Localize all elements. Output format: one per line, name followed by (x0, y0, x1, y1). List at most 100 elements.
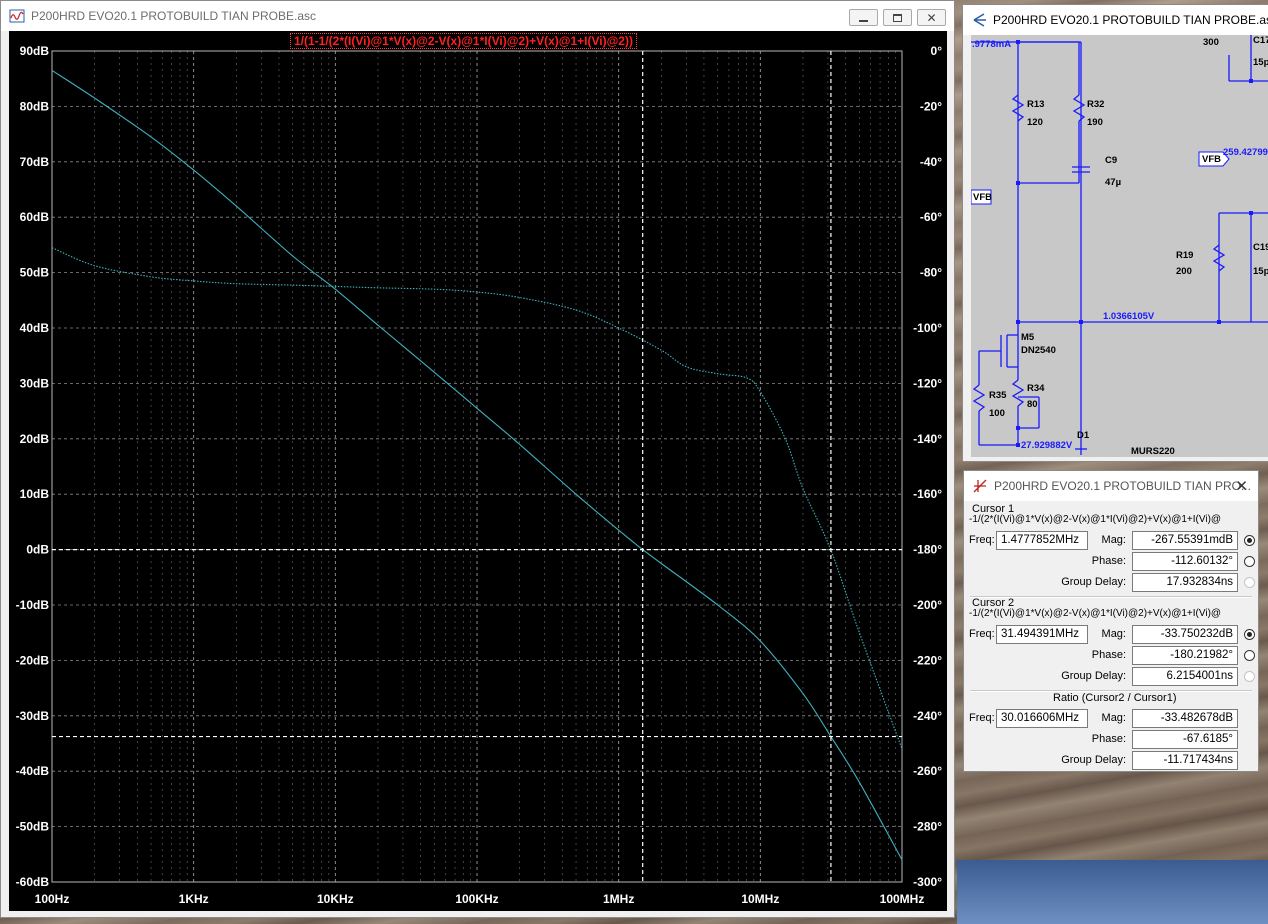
y-right-tick-label: -220° (913, 653, 942, 667)
y-left-tick-label: 50dB (20, 266, 50, 280)
cursor-window-close-icon[interactable]: ✕ (1235, 477, 1248, 495)
cursor1-mag-radio[interactable] (1244, 535, 1255, 546)
separator (970, 690, 1252, 692)
restore-button[interactable] (883, 9, 912, 26)
y-left-tick-label: -40dB (16, 764, 50, 778)
schematic-window-titlebar[interactable]: P200HRD EVO20.1 PROTOBUILD TIAN PROBE.as… (963, 5, 1268, 35)
x-tick-label: 1KHz (179, 892, 209, 906)
ratio-mag-label: Mag: (1101, 712, 1126, 724)
cursor1-gd-field[interactable]: 17.932834ns (1132, 573, 1238, 592)
cursor2-mag-radio[interactable] (1244, 629, 1255, 640)
cursor2-mag-label: Mag: (1101, 628, 1126, 640)
y-left-tick-label: 30dB (20, 376, 50, 390)
ratio-group-label: Ratio (Cursor2 / Cursor1) (1053, 692, 1177, 704)
cursor2-gd-label: Group Delay: (1061, 670, 1126, 682)
minimize-button[interactable] (849, 9, 878, 26)
cursor-window-titlebar[interactable]: P200HRD EVO20.1 PROTOBUILD TIAN PRO... ✕ (964, 471, 1258, 501)
y-right-tick-label: -200° (913, 598, 942, 612)
vfb-right-label: VFB (1202, 154, 1221, 165)
y-right-tick-label: 0° (931, 44, 943, 58)
y-left-tick-label: -10dB (16, 598, 50, 612)
bode-plot[interactable]: 100Hz 1KHz 10KHz 100KHz 1MHz 10MHz 100MHz 90dB 8… (9, 31, 947, 911)
cursor1-freq-field[interactable]: 1.4777852MHz (996, 531, 1088, 550)
y-right-tick-label: -120° (913, 376, 942, 390)
schematic-window-title: P200HRD EVO20.1 PROTOBUILD TIAN PROBE.as… (993, 13, 1268, 27)
m5-value: DN2540 (1021, 345, 1056, 356)
node-voltage-label: 1.0366105V (1103, 311, 1155, 322)
r34-label: R34 (1027, 383, 1045, 394)
bode-plot-svg[interactable]: 100Hz 1KHz 10KHz 100KHz 1MHz 10MHz 100MHz 90dB 8… (9, 31, 947, 911)
y-right-tick-label: -140° (913, 432, 942, 446)
schematic-window[interactable]: P200HRD EVO20.1 PROTOBUILD TIAN PROBE.as… (962, 4, 1268, 462)
r32-label: R32 (1087, 99, 1105, 110)
x-tick-label: 100KHz (455, 892, 498, 906)
plot-window[interactable]: P200HRD EVO20.1 PROTOBUILD TIAN PROBE.as… (0, 0, 955, 918)
c19-label: C19 (1253, 242, 1268, 253)
y-left-tick-label: 40dB (20, 321, 50, 335)
cursor2-phase-radio[interactable] (1244, 650, 1255, 661)
trace-expression-label[interactable]: 1/(1-1/(2*(I(Vi)@1*V(x)@2-V(x)@1*I(Vi)@2… (290, 33, 637, 49)
y-left-tick-label: 90dB (20, 44, 50, 58)
cursor1-expression: -1/(2*(I(Vi)@1*V(x)@2-V(x)@1*I(Vi)@2)+V(… (969, 514, 1222, 525)
cursor2-freq-field[interactable]: 31.494391MHz (996, 625, 1088, 644)
plot-window-title: P200HRD EVO20.1 PROTOBUILD TIAN PROBE.as… (31, 9, 316, 23)
r35-label: R35 (989, 390, 1007, 401)
r19-label: R19 (1176, 250, 1194, 261)
cursor2-expression: -1/(2*(I(Vi)@1*V(x)@2-V(x)@1*I(Vi)@2)+V(… (969, 608, 1222, 619)
y-right-tick-label: -260° (913, 764, 942, 778)
r13-label: R13 (1027, 99, 1045, 110)
y-right-tick-label: -100° (913, 321, 942, 335)
x-tick-label: 1MHz (603, 892, 634, 906)
c9-label: C9 (1105, 155, 1118, 166)
c17-value: 15p (1253, 57, 1268, 68)
cursor2-gd-radio[interactable] (1244, 671, 1255, 682)
cursor2-gd-field[interactable]: 6.2154001ns (1132, 667, 1238, 686)
y-left-tick-label: 60dB (20, 210, 50, 224)
node-current-top: .9778mA (972, 39, 1012, 50)
cursor1-freq-label: Freq: (969, 534, 995, 546)
y-right-tick-label: -240° (913, 709, 942, 723)
cursor-tool-icon (973, 479, 987, 493)
c17-label: C17 (1253, 35, 1268, 46)
x-tick-label: 100MHz (880, 892, 925, 906)
y-left-tick-label: 20dB (20, 432, 50, 446)
cursor1-mag-field[interactable]: -267.55391mdB (1132, 531, 1238, 550)
cursor1-phase-field[interactable]: -112.60132° (1132, 552, 1238, 571)
cursor1-gd-radio[interactable] (1244, 577, 1255, 588)
y-left-tick-label: -30dB (16, 709, 50, 723)
cursor1-gd-label: Group Delay: (1061, 576, 1126, 588)
cursor2-phase-label: Phase: (1091, 649, 1126, 661)
waveform-icon (9, 9, 25, 23)
minimize-icon (859, 19, 868, 22)
ratio-freq-field[interactable]: 30.016606MHz (996, 709, 1088, 728)
y-left-tick-label: -20dB (16, 653, 50, 667)
r32-value: 190 (1087, 117, 1103, 128)
y-right-tick-label: -80° (920, 266, 942, 280)
cursor-window-title: P200HRD EVO20.1 PROTOBUILD TIAN PRO... (994, 479, 1251, 493)
x-tick-label: 10KHz (317, 892, 354, 906)
schematic-canvas[interactable]: .9778mA R13 120 R32 190 C9 47µ VFB VFB 2… (971, 35, 1268, 457)
cursor2-mag-field[interactable]: -33.750232dB (1132, 625, 1238, 644)
cursor1-mag-label: Mag: (1101, 534, 1126, 546)
cursor-window[interactable]: P200HRD EVO20.1 PROTOBUILD TIAN PRO... ✕… (963, 470, 1259, 772)
plot-window-titlebar[interactable]: P200HRD EVO20.1 PROTOBUILD TIAN PROBE.as… (1, 1, 954, 31)
cursor1-phase-radio[interactable] (1244, 556, 1255, 567)
c9-value: 47µ (1105, 177, 1122, 188)
ratio-gd-field[interactable]: -11.717434ns (1132, 751, 1238, 770)
r19-value: 200 (1176, 266, 1192, 277)
close-button[interactable]: ✕ (917, 9, 946, 26)
cursor-readouts: Cursor 1 -1/(2*(I(Vi)@1*V(x)@2-V(x)@1*I(… (964, 501, 1258, 771)
ratio-phase-field[interactable]: -67.6185° (1132, 730, 1238, 749)
y-right-tick-label: -160° (913, 487, 942, 501)
y-right-tick-label: -180° (913, 543, 942, 557)
y-left-tick-label: 10dB (20, 487, 50, 501)
trace-expression-text: 1/(1-1/(2*(I(Vi)@1*V(x)@2-V(x)@1*I(Vi)@2… (294, 34, 633, 48)
plot-grid (51, 50, 903, 883)
ratio-freq-label: Freq: (969, 712, 995, 724)
vfb-left-label: VFB (973, 192, 992, 203)
y-right-tick-label: -300° (913, 875, 942, 889)
y-left-tick-label: 0dB (26, 543, 49, 557)
cursor2-phase-field[interactable]: -180.21982° (1132, 646, 1238, 665)
d1-label: D1 (1077, 430, 1090, 441)
ratio-mag-field[interactable]: -33.482678dB (1132, 709, 1238, 728)
